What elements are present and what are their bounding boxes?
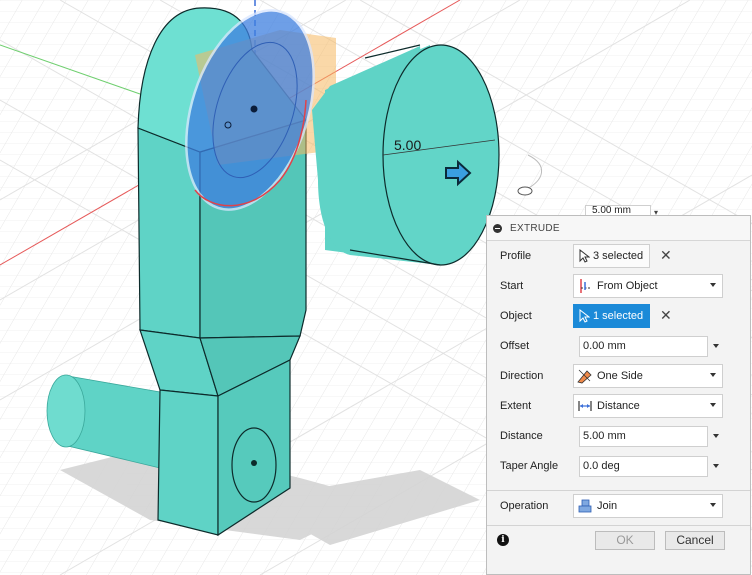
offset-dropdown-icon[interactable] — [713, 344, 719, 348]
start-value: From Object — [597, 280, 658, 292]
offset-input[interactable]: 0.00 mm — [579, 336, 708, 357]
extrude-panel: EXTRUDE Profile 3 selected ✕ Start From … — [486, 215, 751, 575]
distance-label: Distance — [500, 430, 543, 442]
extent-label: Extent — [500, 400, 532, 412]
from-object-icon — [580, 279, 591, 293]
offset-label: Offset — [500, 340, 530, 352]
object-row: Object 1 selected ✕ — [487, 302, 750, 332]
extent-dropdown[interactable]: Distance — [573, 394, 723, 418]
divider — [487, 490, 750, 491]
distance-icon — [578, 401, 592, 411]
taper-angle-label: Taper Angle — [500, 460, 559, 472]
cursor-arrow-icon — [579, 309, 590, 323]
distance-row: Distance 5.00 mm — [487, 422, 750, 452]
profile-label: Profile — [500, 250, 532, 262]
extrude-panel-header[interactable]: EXTRUDE — [487, 216, 750, 241]
chevron-down-icon — [710, 283, 716, 287]
distance-dropdown-icon[interactable] — [713, 434, 719, 438]
extent-row: Extent Distance — [487, 392, 750, 422]
profile-select-button[interactable]: 3 selected — [573, 244, 650, 268]
operation-row: Operation Join — [487, 492, 750, 522]
object-label: Object — [500, 310, 532, 322]
taper-dropdown-icon[interactable] — [713, 464, 719, 468]
direction-dropdown[interactable]: One Side — [573, 364, 723, 388]
profile-value: 3 selected — [593, 250, 644, 262]
object-clear-icon[interactable]: ✕ — [660, 308, 672, 322]
taper-angle-input[interactable]: 0.0 deg — [579, 456, 708, 477]
operation-dropdown[interactable]: Join — [573, 494, 723, 518]
cancel-button[interactable]: Cancel — [665, 531, 725, 550]
extent-value: Distance — [597, 400, 640, 412]
profile-clear-icon[interactable]: ✕ — [660, 248, 672, 262]
profile-row: Profile 3 selected ✕ — [487, 242, 750, 272]
operation-value: Join — [597, 500, 618, 512]
cursor-arrow-icon — [579, 249, 590, 263]
divider — [487, 525, 750, 526]
object-value: 1 selected — [593, 310, 644, 322]
info-icon[interactable]: i — [497, 534, 509, 546]
direction-row: Direction One Side — [487, 362, 750, 392]
start-label: Start — [500, 280, 524, 292]
chevron-down-icon — [710, 503, 716, 507]
collapse-icon[interactable] — [493, 223, 502, 233]
operation-label: Operation — [500, 500, 549, 512]
direction-label: Direction — [500, 370, 544, 382]
start-row: Start From Object — [487, 272, 750, 302]
direction-value: One Side — [597, 370, 643, 382]
chevron-down-icon — [710, 403, 716, 407]
start-dropdown[interactable]: From Object — [573, 274, 723, 298]
distance-input[interactable]: 5.00 mm — [579, 426, 708, 447]
offset-row: Offset 0.00 mm — [487, 332, 750, 362]
ok-button[interactable]: OK — [595, 531, 655, 550]
dimension-label: 5.00 — [394, 137, 421, 153]
panel-title: EXTRUDE — [510, 222, 560, 234]
one-side-icon — [577, 369, 592, 384]
taper-angle-row: Taper Angle 0.0 deg — [487, 452, 750, 482]
join-icon — [578, 499, 592, 513]
object-select-button[interactable]: 1 selected — [573, 304, 650, 328]
chevron-down-icon — [710, 373, 716, 377]
